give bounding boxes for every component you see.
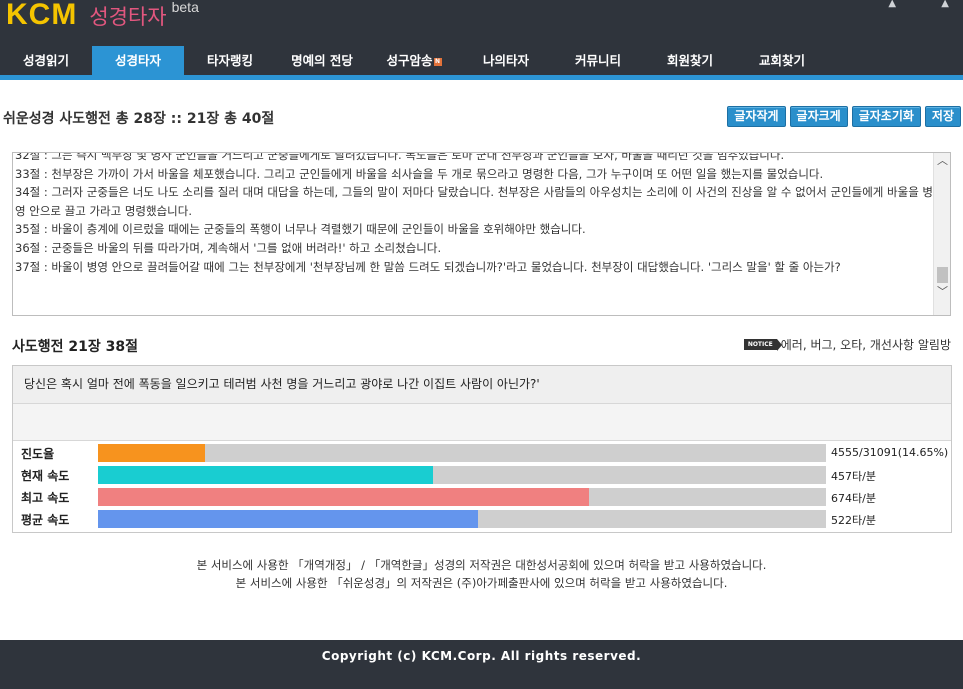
page-title: 쉬운성경 사도행전 총 28장 :: 21장 총 40절 — [3, 111, 275, 127]
stat-value: 4555/31091(14.65%) — [831, 446, 949, 459]
top-utility-icons: ▲ ▲ — [846, 0, 949, 9]
copyright-notes: 본 서비스에 사용한 「개역개정」 / 「개역한글」성경의 저작권은 대한성서공… — [0, 556, 963, 592]
scroll-down-icon[interactable]: ﹀ — [936, 285, 949, 299]
copyright-note: 본 서비스에 사용한 「쉬운성경」의 저작권은 (주)아가페출판사에 있으며 허… — [235, 576, 728, 590]
nav-item-bible-reading[interactable]: 성경읽기 — [0, 46, 92, 75]
stat-bar-track — [98, 510, 826, 528]
stat-bar-track — [98, 444, 826, 462]
stat-label: 진도율 — [21, 447, 55, 461]
verse-line: 34절 : 그러자 군중들은 너도 나도 소리를 질러 대며 대답을 하는데, … — [15, 185, 934, 218]
verse-line: 32절 : 그는 즉시 백부장 및 병사 군인들을 거느리고 군중들에게로 달려… — [15, 152, 785, 162]
stat-max-speed: 최고 속도 674타/분 — [13, 487, 951, 507]
nav-item-my-typing[interactable]: 나의타자 — [460, 46, 552, 75]
stat-value: 674타/분 — [831, 492, 876, 505]
beta-label: beta — [171, 0, 199, 15]
nav-item-hall-of-fame[interactable]: 명예의 전당 — [276, 46, 368, 75]
font-larger-button[interactable]: 글자크게 — [789, 106, 848, 127]
notice-badge-icon: NOTICE — [743, 339, 782, 351]
typing-practice-panel: 당신은 혹시 얼마 전에 폭동을 일으키고 테러범 사천 명을 거느리고 광야로… — [12, 365, 952, 533]
verse-line: 36절 : 군중들은 바울의 뒤를 따라가며, 계속해서 '그를 없애 버려라!… — [15, 240, 442, 255]
stat-bar-fill — [98, 510, 479, 528]
verse-line: 37절 : 바울이 병영 안으로 끌려들어갈 때에 그는 천부장에게 '천부장님… — [15, 259, 841, 274]
site-logo[interactable]: KCM 성경타자 beta — [6, 0, 199, 38]
nav-item-typing-ranking[interactable]: 타자랭킹 — [184, 46, 276, 75]
scroll-thumb[interactable] — [937, 267, 948, 283]
user-icon[interactable]: ▲ — [888, 0, 896, 9]
font-smaller-button[interactable]: 글자작게 — [727, 106, 786, 127]
logo-kcm: KCM — [6, 0, 78, 31]
nav-item-community[interactable]: 커뮤니티 — [552, 46, 644, 75]
nav-item-find-church[interactable]: 교회찾기 — [736, 46, 828, 75]
bible-reading-panel[interactable]: 32절 : 그는 즉시 백부장 및 병사 군인들을 거느리고 군중들에게로 달려… — [12, 152, 951, 316]
stat-bar-track — [98, 488, 826, 506]
typing-input[interactable] — [13, 404, 951, 440]
stat-bar-fill — [98, 488, 589, 506]
font-toolbar: 글자작게 글자크게 글자초기화 저장 — [727, 106, 961, 127]
nav-underline — [0, 75, 963, 80]
nav-item-verse-memorize[interactable]: 성구암송 N — [368, 46, 460, 75]
menu-icon[interactable]: ▲ — [941, 0, 949, 9]
stat-bar-track — [98, 466, 826, 484]
stat-progress: 진도율 4555/31091(14.65%) — [13, 443, 951, 463]
stat-label: 평균 속도 — [21, 513, 70, 527]
reading-text: 32절 : 그는 즉시 백부장 및 병사 군인들을 거느리고 군중들에게로 달려… — [15, 152, 934, 276]
target-sentence-box: 당신은 혹시 얼마 전에 폭동을 일으키고 테러범 사천 명을 거느리고 광야로… — [13, 366, 951, 404]
notice-text: 에러, 버그, 오타, 개선사항 알림방 — [780, 338, 951, 352]
typing-input-box — [13, 404, 951, 441]
font-reset-button[interactable]: 글자초기화 — [851, 106, 921, 127]
nav-item-bible-typing[interactable]: 성경타자 — [92, 46, 184, 75]
stat-label: 현재 속도 — [21, 469, 70, 483]
title-row: 쉬운성경 사도행전 총 28장 :: 21장 총 40절 글자작게 글자크게 글… — [3, 106, 961, 130]
current-verse-title: 사도행전 21장 38절 — [12, 339, 138, 355]
site-header: KCM 성경타자 beta ▲ ▲ 성경읽기 성경타자 타자랭킹 명예의 전당 … — [0, 0, 963, 80]
stat-average-speed: 평균 속도 522타/분 — [13, 509, 951, 529]
target-sentence: 당신은 혹시 얼마 전에 폭동을 일으키고 테러범 사천 명을 거느리고 광야로… — [24, 377, 540, 391]
stat-label: 최고 속도 — [21, 491, 70, 505]
main-nav: 성경읽기 성경타자 타자랭킹 명예의 전당 성구암송 N 나의타자 커뮤니티 회원… — [0, 46, 828, 75]
footer-copyright: Copyright (c) KCM.Corp. All rights reser… — [321, 649, 642, 663]
site-footer: Copyright (c) KCM.Corp. All rights reser… — [0, 640, 963, 689]
reading-scrollbar[interactable]: ︿ ﹀ — [933, 153, 950, 315]
stat-current-speed: 현재 속도 457타/분 — [13, 465, 951, 485]
scroll-up-icon[interactable]: ︿ — [936, 154, 949, 168]
copyright-note: 본 서비스에 사용한 「개역개정」 / 「개역한글」성경의 저작권은 대한성서공… — [196, 558, 767, 572]
save-button[interactable]: 저장 — [924, 106, 961, 127]
nav-item-find-member[interactable]: 회원찾기 — [644, 46, 736, 75]
verse-line: 35절 : 바울이 층계에 이르렀을 때에는 군중들의 폭행이 너무나 격렬했기… — [15, 222, 586, 237]
notice-link[interactable]: NOTICE 에러, 버그, 오타, 개선사항 알림방 — [743, 336, 951, 353]
stat-value: 522타/분 — [831, 514, 876, 527]
stat-bar-fill — [98, 466, 433, 484]
new-badge-icon: N — [433, 57, 442, 66]
logo-service-name: 성경타자 — [89, 5, 167, 29]
stat-bar-fill — [98, 444, 205, 462]
verse-line: 33절 : 천부장은 가까이 가서 바울을 체포했습니다. 그리고 군인들에게 … — [15, 166, 824, 181]
stat-value: 457타/분 — [831, 470, 876, 483]
